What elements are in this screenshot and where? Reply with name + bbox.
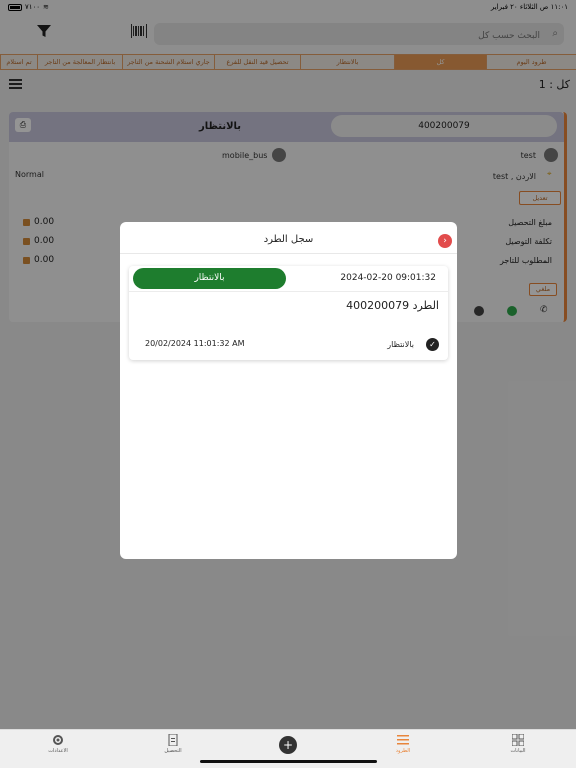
gear-icon xyxy=(53,735,63,745)
history-date: 2024-02-20 09:01:32 xyxy=(340,273,436,283)
list-icon xyxy=(397,735,409,745)
nav-item-dashboard[interactable]: البيانات xyxy=(493,734,543,754)
parcel-history-modal: سجل الطرد › بالانتظار 2024-02-20 09:01:3… xyxy=(120,222,457,559)
nav-label: البيانات xyxy=(510,748,526,754)
modal-divider xyxy=(120,253,457,254)
history-status-pill: بالانتظار xyxy=(133,268,286,289)
nav-label: الاعدادات xyxy=(48,748,68,754)
document-icon xyxy=(168,734,178,746)
add-parcel-button[interactable]: + xyxy=(279,736,297,754)
history-entry-status: بالانتظار xyxy=(387,340,414,349)
history-entry-time: 20/02/2024 11:01:32 AM xyxy=(145,339,245,348)
home-indicator xyxy=(200,760,377,763)
history-parcel-label: الطرد 400200079 xyxy=(346,299,439,312)
grid-icon xyxy=(512,734,524,746)
nav-item-parcels[interactable]: الطرود xyxy=(378,734,428,754)
nav-item-collection[interactable]: التحصيل xyxy=(148,734,198,754)
close-icon[interactable]: › xyxy=(438,234,452,248)
history-divider xyxy=(129,291,448,292)
modal-title: سجل الطرد xyxy=(263,234,314,245)
history-entry-card: بالانتظار 2024-02-20 09:01:32 الطرد 4002… xyxy=(129,266,448,360)
nav-item-settings[interactable]: الاعدادات xyxy=(33,734,83,754)
check-icon: ✓ xyxy=(426,338,439,351)
nav-label: التحصيل xyxy=(164,748,182,754)
nav-label: الطرود xyxy=(395,748,411,754)
